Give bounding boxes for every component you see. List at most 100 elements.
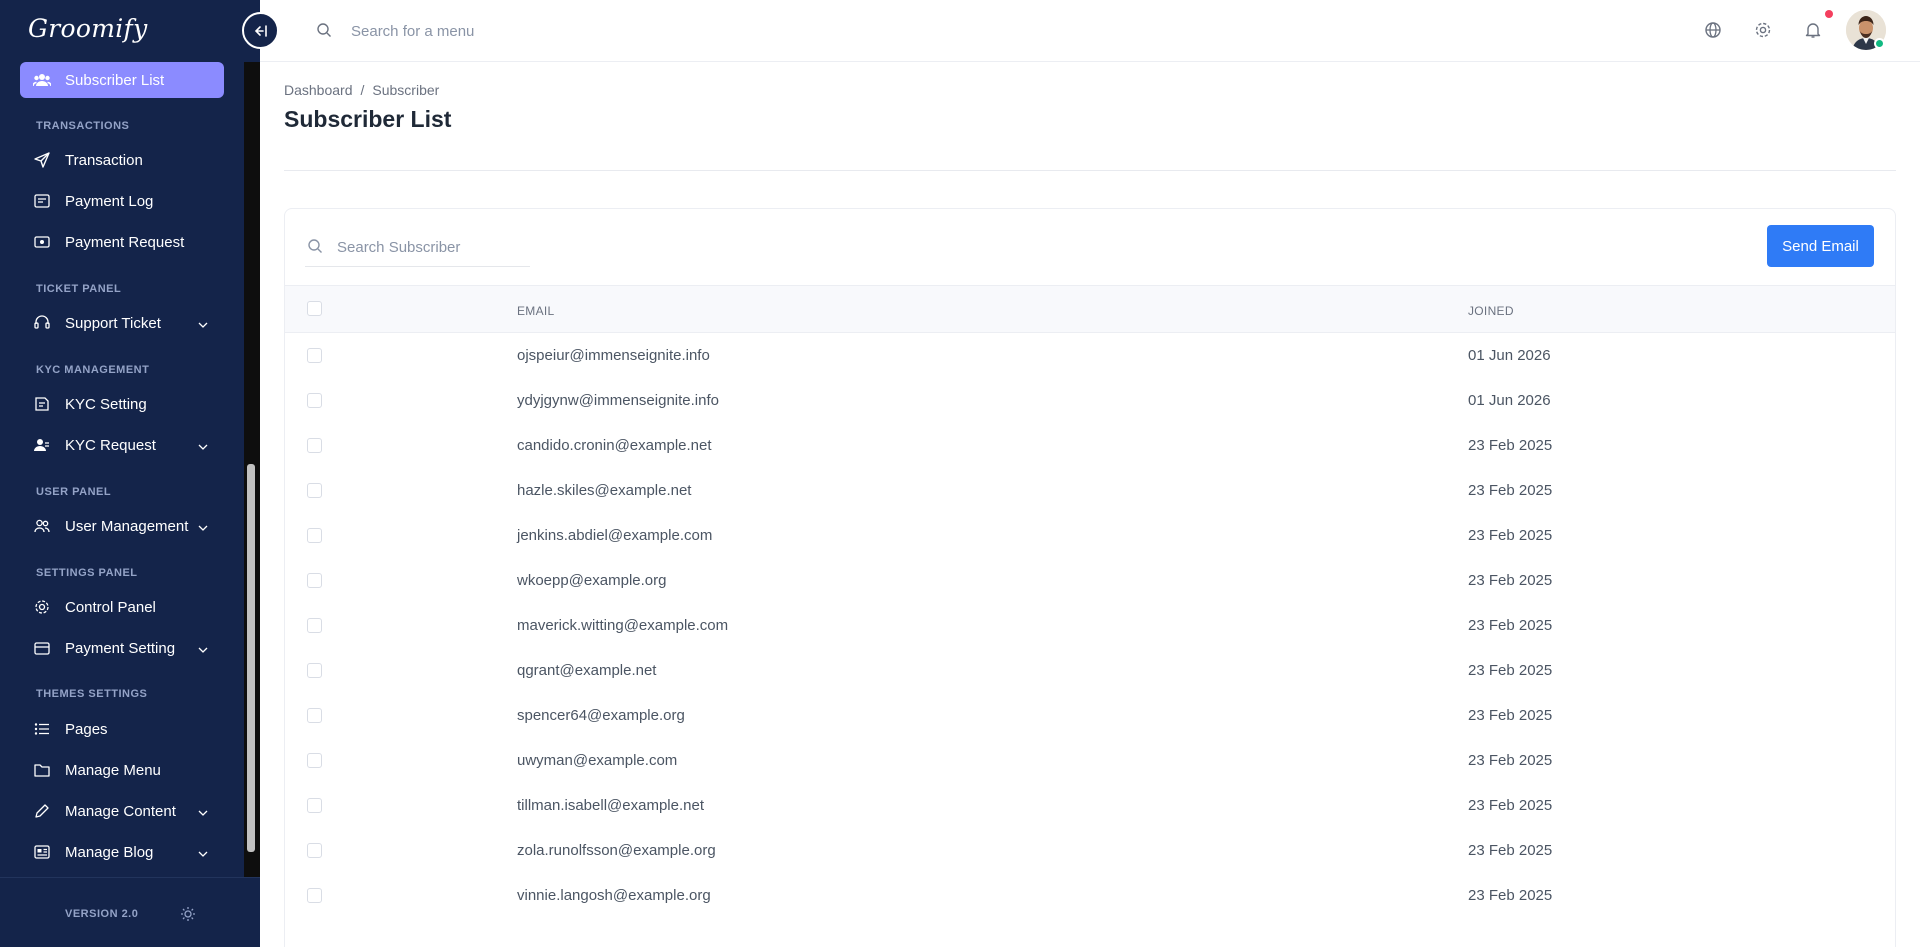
row-joined: 01 Jun 2026 xyxy=(1468,392,1551,409)
row-checkbox[interactable] xyxy=(307,753,322,768)
pencil-icon xyxy=(33,802,51,820)
sidebar-item-label: Transaction xyxy=(65,151,143,169)
sidebar-item-label: Pages xyxy=(65,720,108,738)
sidebar-item-label: Subscriber List xyxy=(65,71,165,89)
sidebar-collapse-button[interactable] xyxy=(242,12,279,49)
online-status-dot xyxy=(1874,38,1885,49)
user-group-icon xyxy=(33,517,51,535)
sidebar-item-manage-content[interactable]: Manage Content xyxy=(20,793,224,829)
send-email-button[interactable]: Send Email xyxy=(1767,225,1874,267)
gear-icon[interactable] xyxy=(1754,21,1772,44)
row-email: ojspeiur@immenseignite.info xyxy=(517,347,710,364)
row-checkbox[interactable] xyxy=(307,528,322,543)
row-checkbox[interactable] xyxy=(307,573,322,588)
sidebar-item-label: Support Ticket xyxy=(65,314,161,332)
row-joined: 23 Feb 2025 xyxy=(1468,797,1553,814)
row-email: candido.cronin@example.net xyxy=(517,437,712,454)
row-checkbox[interactable] xyxy=(307,618,322,633)
table-row[interactable]: hazle.skiles@example.net 23 Feb 2025 xyxy=(285,468,1895,513)
row-joined: 23 Feb 2025 xyxy=(1468,662,1553,679)
table-row[interactable]: jenkins.abdiel@example.com 23 Feb 2025 xyxy=(285,513,1895,558)
sidebar-scrollbar-thumb[interactable] xyxy=(247,464,255,852)
row-joined: 23 Feb 2025 xyxy=(1468,572,1553,589)
sidebar-item-kyc-setting[interactable]: KYC Setting xyxy=(20,386,224,422)
sidebar-item-payment-setting[interactable]: Payment Setting xyxy=(20,630,224,666)
sidebar-item-control-panel[interactable]: Control Panel xyxy=(20,589,224,625)
row-email: wkoepp@example.org xyxy=(517,572,667,589)
sidebar-item-payment-request[interactable]: Payment Request xyxy=(20,224,224,260)
sidebar-item-label: Manage Blog xyxy=(65,843,154,861)
sidebar-scrollbar[interactable] xyxy=(244,62,260,877)
column-header-joined[interactable]: JOINED xyxy=(1468,304,1514,318)
brand-logo[interactable]: Groomify xyxy=(28,14,148,43)
sun-icon[interactable] xyxy=(180,906,196,927)
users-icon xyxy=(33,71,51,89)
row-joined: 23 Feb 2025 xyxy=(1468,887,1553,904)
row-joined: 23 Feb 2025 xyxy=(1468,752,1553,769)
header-divider xyxy=(284,170,1896,171)
row-checkbox[interactable] xyxy=(307,798,322,813)
sidebar-item-transaction[interactable]: Transaction xyxy=(20,142,224,178)
row-checkbox[interactable] xyxy=(307,663,322,678)
sidebar-item-manage-menu[interactable]: Manage Menu xyxy=(20,752,224,788)
sidebar-item-payment-log[interactable]: Payment Log xyxy=(20,183,224,219)
row-email: vinnie.langosh@example.org xyxy=(517,887,711,904)
search-icon xyxy=(307,238,323,259)
column-header-email[interactable]: EMAIL xyxy=(517,304,555,318)
sidebar-item-support-ticket[interactable]: Support Ticket xyxy=(20,305,224,341)
row-checkbox[interactable] xyxy=(307,393,322,408)
table-row[interactable]: candido.cronin@example.net 23 Feb 2025 xyxy=(285,423,1895,468)
table-row[interactable]: spencer64@example.org 23 Feb 2025 xyxy=(285,693,1895,738)
table-row[interactable]: zola.runolfsson@example.org 23 Feb 2025 xyxy=(285,828,1895,873)
table-row[interactable]: uwyman@example.com 23 Feb 2025 xyxy=(285,738,1895,783)
chevron-down-icon xyxy=(198,438,208,455)
sidebar-item-label: Payment Log xyxy=(65,192,154,210)
row-checkbox[interactable] xyxy=(307,438,322,453)
row-email: jenkins.abdiel@example.com xyxy=(517,527,713,544)
list-icon xyxy=(33,720,51,738)
sidebar-item-label: Payment Request xyxy=(65,233,185,251)
breadcrumb-home[interactable]: Dashboard xyxy=(284,82,353,98)
row-joined: 23 Feb 2025 xyxy=(1468,617,1553,634)
table-row[interactable]: tillman.isabell@example.net 23 Feb 2025 xyxy=(285,783,1895,828)
breadcrumb-current: Subscriber xyxy=(372,82,440,98)
row-checkbox[interactable] xyxy=(307,483,322,498)
sidebar-item-kyc-request[interactable]: KYC Request xyxy=(20,427,224,463)
menu-search-input[interactable] xyxy=(351,19,651,43)
table-row[interactable]: qgrant@example.net 23 Feb 2025 xyxy=(285,648,1895,693)
globe-icon[interactable] xyxy=(1704,21,1722,44)
folder-icon xyxy=(33,761,51,779)
sidebar-item-subscriber-list[interactable]: Subscriber List xyxy=(20,62,224,98)
row-email: hazle.skiles@example.net xyxy=(517,482,692,499)
row-checkbox[interactable] xyxy=(307,843,322,858)
subscriber-search-input[interactable] xyxy=(337,235,527,259)
table-row[interactable]: vinnie.langosh@example.org 23 Feb 2025 xyxy=(285,873,1895,918)
row-joined: 23 Feb 2025 xyxy=(1468,527,1553,544)
row-checkbox[interactable] xyxy=(307,708,322,723)
table-header: EMAIL JOINED xyxy=(285,285,1895,333)
notification-dot xyxy=(1825,10,1833,18)
chevron-down-icon xyxy=(198,804,208,821)
row-checkbox[interactable] xyxy=(307,888,322,903)
sidebar-menu: Subscriber List TRANSACTIONS Transaction… xyxy=(0,62,244,877)
row-checkbox[interactable] xyxy=(307,348,322,363)
table-row[interactable]: wkoepp@example.org 23 Feb 2025 xyxy=(285,558,1895,603)
document-settings-icon xyxy=(33,395,51,413)
table-row[interactable]: ojspeiur@immenseignite.info 01 Jun 2026 xyxy=(285,333,1895,378)
row-email: ydyjgynw@immenseignite.info xyxy=(517,392,719,409)
gear-icon xyxy=(33,598,51,616)
chevron-down-icon xyxy=(198,316,208,333)
bell-icon[interactable] xyxy=(1804,21,1822,44)
sidebar-item-manage-blog[interactable]: Manage Blog xyxy=(20,834,224,870)
table-row[interactable]: maverick.witting@example.com 23 Feb 2025 xyxy=(285,603,1895,648)
send-icon xyxy=(33,151,51,169)
chevron-down-icon xyxy=(198,641,208,658)
sidebar-item-pages[interactable]: Pages xyxy=(20,711,224,747)
sidebar-item-user-management[interactable]: User Management xyxy=(20,508,224,544)
sidebar-item-label: Payment Setting xyxy=(65,639,176,657)
sidebar-item-label: Manage Menu xyxy=(65,761,161,779)
table-row[interactable]: ydyjgynw@immenseignite.info 01 Jun 2026 xyxy=(285,378,1895,423)
select-all-checkbox[interactable] xyxy=(307,301,322,316)
row-joined: 23 Feb 2025 xyxy=(1468,842,1553,859)
newspaper-icon xyxy=(33,843,51,861)
